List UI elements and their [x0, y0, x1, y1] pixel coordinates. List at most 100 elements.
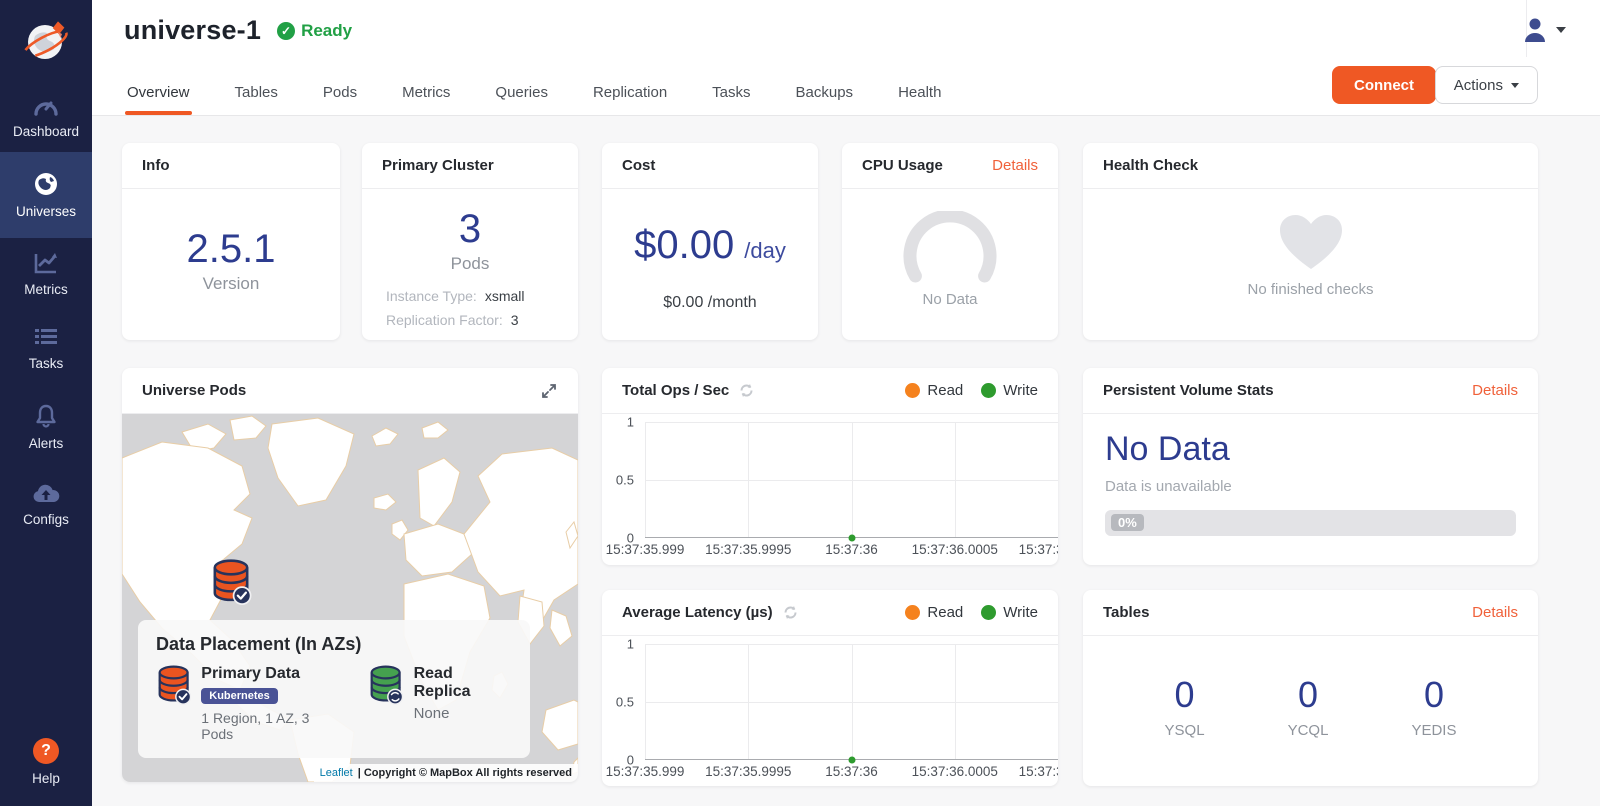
write-dot-icon — [981, 383, 996, 398]
card-title: Persistent Volume Stats — [1103, 382, 1274, 399]
kubernetes-badge: Kubernetes — [201, 688, 278, 704]
actions-button[interactable]: Actions — [1435, 66, 1538, 104]
sidebar-item-alerts[interactable]: Alerts — [0, 388, 92, 466]
tab-bar: Overview Tables Pods Metrics Queries Rep… — [125, 84, 943, 115]
sidebar: Dashboard Universes Metrics Tasks — [0, 0, 92, 806]
cpu-details-link[interactable]: Details — [992, 157, 1038, 174]
refresh-icon[interactable] — [782, 604, 799, 621]
volume-progress-label: 0% — [1111, 514, 1144, 531]
card-title: Primary Cluster — [382, 157, 494, 174]
gauge-empty-icon — [895, 211, 1005, 283]
tab-queries[interactable]: Queries — [493, 84, 550, 115]
legend-read-label: Read — [927, 382, 963, 399]
volume-progress-bar: 0% — [1105, 510, 1516, 536]
primary-cluster-card: Primary Cluster 3 Pods Instance Type: xs… — [362, 143, 578, 340]
cost-per-day-unit: /day — [744, 238, 786, 264]
sidebar-item-metrics[interactable]: Metrics — [0, 238, 92, 310]
info-card: Info 2.5.1 Version — [122, 143, 340, 340]
ycql-count: 0 — [1298, 674, 1318, 716]
tab-pods[interactable]: Pods — [321, 84, 359, 115]
yedis-stat: 0 YEDIS — [1411, 674, 1456, 739]
card-title: CPU Usage — [862, 157, 943, 174]
ysql-label: YSQL — [1165, 722, 1205, 739]
read-replica-detail: None — [414, 705, 512, 722]
data-placement-panel: Data Placement (In AZs) Pri — [138, 620, 530, 758]
x-tick: 15:37:36.001 — [1019, 542, 1058, 557]
x-axis: 15:37:35.999 15:37:35.9995 15:37:36 15:3… — [645, 764, 1058, 782]
instance-type-row: Instance Type: xsmall — [386, 288, 554, 304]
y-tick: 0.5 — [616, 473, 634, 488]
plot-area — [645, 644, 1058, 760]
ycql-label: YCQL — [1288, 722, 1329, 739]
universe-title-row: universe-1 ✓ Ready — [124, 15, 352, 46]
chart-legend: Read Write — [905, 382, 1038, 399]
leaflet-link[interactable]: Leaflet — [320, 767, 353, 779]
ysql-count: 0 — [1175, 674, 1195, 716]
expand-icon[interactable] — [540, 382, 558, 400]
page-header: universe-1 ✓ Ready Overview Tables Pods … — [92, 0, 1600, 116]
app-logo[interactable] — [0, 0, 92, 82]
yedis-count: 0 — [1424, 674, 1444, 716]
total-ops-chart: 1 0.5 0 15:37:35.999 15:37:35.9995 15:37… — [602, 414, 1058, 564]
replication-factor-row: Replication Factor: 3 — [386, 312, 554, 328]
tab-overview[interactable]: Overview — [125, 84, 192, 115]
no-data-text: No Data — [1105, 430, 1516, 469]
user-menu[interactable] — [1523, 17, 1566, 43]
legend-write: Write — [981, 604, 1038, 621]
x-tick: 15:37:36.0005 — [912, 542, 998, 557]
map-attribution: Leaflet | Copyright © MapBox All rights … — [314, 764, 578, 782]
tab-metrics[interactable]: Metrics — [400, 84, 452, 115]
planet-rocket-logo-icon — [17, 12, 75, 70]
tab-tables[interactable]: Tables — [233, 84, 280, 115]
card-title: Cost — [622, 157, 655, 174]
y-tick: 0.5 — [616, 695, 634, 710]
legend-read: Read — [905, 382, 963, 399]
sidebar-item-configs[interactable]: Configs — [0, 466, 92, 544]
pods-count: 3 — [459, 207, 481, 252]
attribution-text: | Copyright © MapBox All rights reserved — [358, 767, 572, 779]
read-replica-label: Read Replica — [414, 665, 512, 701]
x-tick: 15:37:36.0005 — [912, 764, 998, 779]
instance-type-key: Instance Type: — [386, 288, 477, 304]
tab-tasks[interactable]: Tasks — [710, 84, 752, 115]
write-data-point — [848, 757, 855, 764]
sidebar-item-help[interactable]: ? Help — [0, 718, 92, 806]
globe-icon — [33, 171, 59, 197]
chevron-down-icon — [1556, 27, 1566, 33]
tab-backups[interactable]: Backups — [794, 84, 856, 115]
connect-button[interactable]: Connect — [1332, 66, 1436, 104]
tables-details-link[interactable]: Details — [1472, 604, 1518, 621]
sidebar-item-universes[interactable]: Universes — [0, 152, 92, 238]
tab-replication[interactable]: Replication — [591, 84, 669, 115]
cloud-upload-icon — [32, 483, 60, 505]
read-dot-icon — [905, 605, 920, 620]
tab-health[interactable]: Health — [896, 84, 943, 115]
persistent-volume-details-link[interactable]: Details — [1472, 382, 1518, 399]
legend-write-label: Write — [1003, 382, 1038, 399]
avg-latency-card: Average Latency (µs) Read Write 1 0.5 0 — [602, 590, 1058, 786]
sidebar-item-dashboard[interactable]: Dashboard — [0, 82, 92, 152]
legend-write: Write — [981, 382, 1038, 399]
sidebar-item-label: Configs — [23, 512, 69, 527]
database-marker-icon — [210, 559, 252, 605]
sidebar-item-tasks[interactable]: Tasks — [0, 310, 92, 388]
replica-database-icon — [368, 665, 403, 705]
world-map[interactable]: Data Placement (In AZs) Pri — [122, 414, 578, 782]
refresh-icon[interactable] — [738, 382, 755, 399]
instance-type-value: xsmall — [485, 288, 525, 304]
primary-data-label: Primary Data — [201, 665, 342, 683]
replication-factor-value: 3 — [511, 312, 519, 328]
card-title: Tables — [1103, 604, 1149, 621]
chart-title: Average Latency (µs) — [622, 604, 773, 621]
ycql-stat: 0 YCQL — [1288, 674, 1329, 739]
primary-data-map-marker[interactable] — [210, 559, 252, 610]
avatar-icon — [1523, 17, 1547, 43]
x-tick: 15:37:36 — [825, 542, 878, 557]
persistent-volume-card: Persistent Volume Stats Details No Data … — [1083, 368, 1538, 565]
ysql-stat: 0 YSQL — [1165, 674, 1205, 739]
x-tick: 15:37:35.9995 — [705, 764, 791, 779]
write-dot-icon — [981, 605, 996, 620]
version-value: 2.5.1 — [187, 227, 276, 272]
status-badge: ✓ Ready — [277, 21, 352, 41]
cost-per-day-value: $0.00 — [634, 223, 734, 268]
